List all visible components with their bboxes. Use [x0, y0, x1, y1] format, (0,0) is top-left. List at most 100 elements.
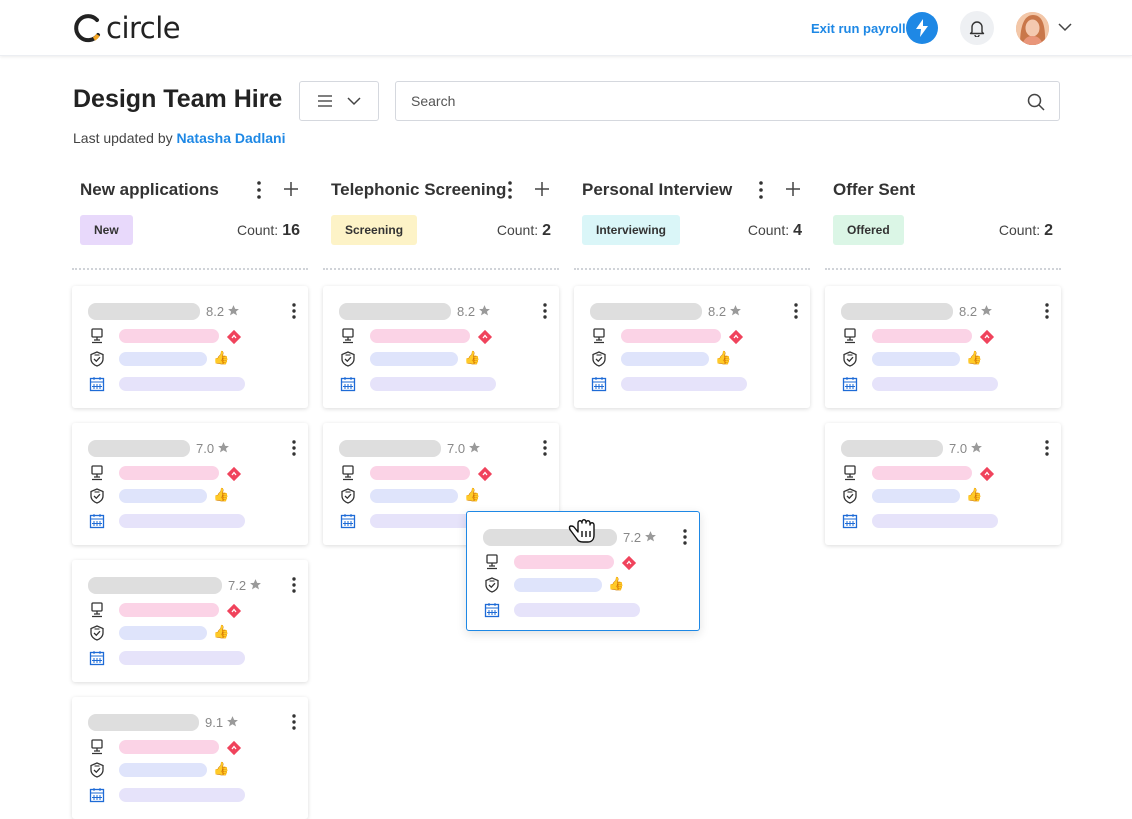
date-placeholder: [119, 651, 245, 665]
candidate-name-placeholder: [841, 440, 943, 457]
candidate-card[interactable]: 7.0 👍: [72, 423, 308, 545]
screening-placeholder: [119, 489, 207, 503]
count-label: Count:: [496, 222, 539, 238]
stage-badge: New: [80, 215, 133, 245]
more-options-icon[interactable]: [508, 181, 524, 201]
calendar-icon: [842, 376, 858, 397]
grab-cursor-icon: [566, 514, 598, 549]
priority-diamond-icon: [979, 466, 995, 487]
calendar-icon: [591, 376, 607, 397]
candidate-name-placeholder: [88, 714, 199, 731]
thumbs-up-icon: 👍: [213, 624, 230, 639]
candidate-score: 7.0: [447, 441, 466, 456]
shield-check-icon: [340, 351, 356, 372]
logo[interactable]: circle: [72, 10, 181, 46]
calendar-icon: [89, 513, 105, 534]
shield-check-icon: [340, 488, 356, 509]
count-value: 16: [282, 222, 300, 239]
menu-lines-icon: [318, 95, 332, 107]
candidate-card[interactable]: 8.2 👍: [825, 286, 1061, 408]
column-divider: [323, 268, 559, 270]
search-icon[interactable]: [1027, 93, 1045, 111]
notifications-button[interactable]: [960, 11, 994, 45]
shield-check-icon: [842, 351, 858, 372]
avatar-image: [1016, 12, 1049, 45]
priority-diamond-icon: [621, 555, 637, 576]
candidate-card[interactable]: 8.2 👍: [72, 286, 308, 408]
count-value: 2: [1044, 222, 1053, 239]
priority-diamond-icon: [477, 329, 493, 350]
add-card-icon[interactable]: [534, 181, 552, 201]
count-label: Count:: [236, 222, 279, 238]
shield-check-icon: [89, 488, 105, 509]
count-label: Count:: [998, 222, 1041, 238]
candidate-card[interactable]: 9.1 👍: [72, 697, 308, 819]
search-input[interactable]: [411, 93, 1011, 109]
exit-run-payroll-link[interactable]: Exit run payroll: [811, 21, 906, 36]
thumbs-up-icon: 👍: [966, 350, 983, 365]
candidate-card[interactable]: 8.2 👍: [323, 286, 559, 408]
more-options-icon[interactable]: [257, 181, 273, 201]
card-more-options-icon[interactable]: [1045, 440, 1049, 461]
card-more-options-icon[interactable]: [292, 577, 296, 598]
card-more-options-icon[interactable]: [683, 529, 687, 550]
role-placeholder: [119, 329, 219, 343]
star-icon: [249, 578, 262, 596]
date-placeholder: [119, 514, 245, 528]
calendar-icon: [89, 787, 105, 808]
priority-diamond-icon: [477, 466, 493, 487]
candidate-score: 8.2: [708, 304, 727, 319]
date-placeholder: [514, 603, 640, 617]
date-placeholder: [119, 377, 245, 391]
search-box[interactable]: [395, 81, 1060, 121]
view-menu-dropdown[interactable]: [299, 81, 379, 121]
date-placeholder: [872, 377, 998, 391]
last-updated-user-link[interactable]: Natasha Dadlani: [177, 130, 286, 146]
shield-check-icon: [89, 625, 105, 646]
screening-placeholder: [370, 489, 458, 503]
star-icon: [729, 304, 742, 322]
role-placeholder: [872, 466, 972, 480]
card-more-options-icon[interactable]: [292, 714, 296, 735]
role-placeholder: [621, 329, 721, 343]
card-more-options-icon[interactable]: [292, 440, 296, 461]
card-more-options-icon[interactable]: [543, 440, 547, 461]
column-divider: [72, 268, 308, 270]
card-more-options-icon[interactable]: [543, 303, 547, 324]
candidate-name-placeholder: [339, 303, 451, 320]
add-card-icon[interactable]: [785, 181, 803, 201]
count-value: 2: [542, 222, 551, 239]
star-icon: [468, 441, 481, 459]
card-more-options-icon[interactable]: [1045, 303, 1049, 324]
priority-diamond-icon: [226, 466, 242, 487]
candidate-score: 7.0: [949, 441, 968, 456]
screening-placeholder: [119, 626, 207, 640]
card-more-options-icon[interactable]: [794, 303, 798, 324]
candidate-name-placeholder: [88, 303, 200, 320]
user-avatar[interactable]: [1016, 12, 1049, 45]
card-more-options-icon[interactable]: [292, 303, 296, 324]
candidate-score: 7.0: [196, 441, 215, 456]
screening-placeholder: [621, 352, 709, 366]
monitor-icon: [591, 328, 607, 349]
candidate-card[interactable]: 7.2 👍: [72, 560, 308, 682]
add-card-icon[interactable]: [283, 181, 301, 201]
column-divider: [574, 268, 810, 270]
calendar-icon: [842, 513, 858, 534]
monitor-icon: [842, 328, 858, 349]
run-payroll-button[interactable]: [906, 12, 938, 44]
calendar-icon: [340, 513, 356, 534]
star-icon: [226, 715, 239, 733]
shield-check-icon: [591, 351, 607, 372]
thumbs-up-icon: 👍: [213, 761, 230, 776]
candidate-card[interactable]: 7.0 👍: [825, 423, 1061, 545]
screening-placeholder: [872, 489, 960, 503]
role-placeholder: [119, 466, 219, 480]
more-options-icon[interactable]: [759, 181, 775, 201]
date-placeholder: [119, 788, 245, 802]
chevron-down-icon[interactable]: [1057, 21, 1073, 33]
thumbs-up-icon: 👍: [464, 487, 481, 502]
candidate-card[interactable]: 8.2 👍: [574, 286, 810, 408]
priority-diamond-icon: [226, 329, 242, 350]
count-value: 4: [793, 222, 802, 239]
